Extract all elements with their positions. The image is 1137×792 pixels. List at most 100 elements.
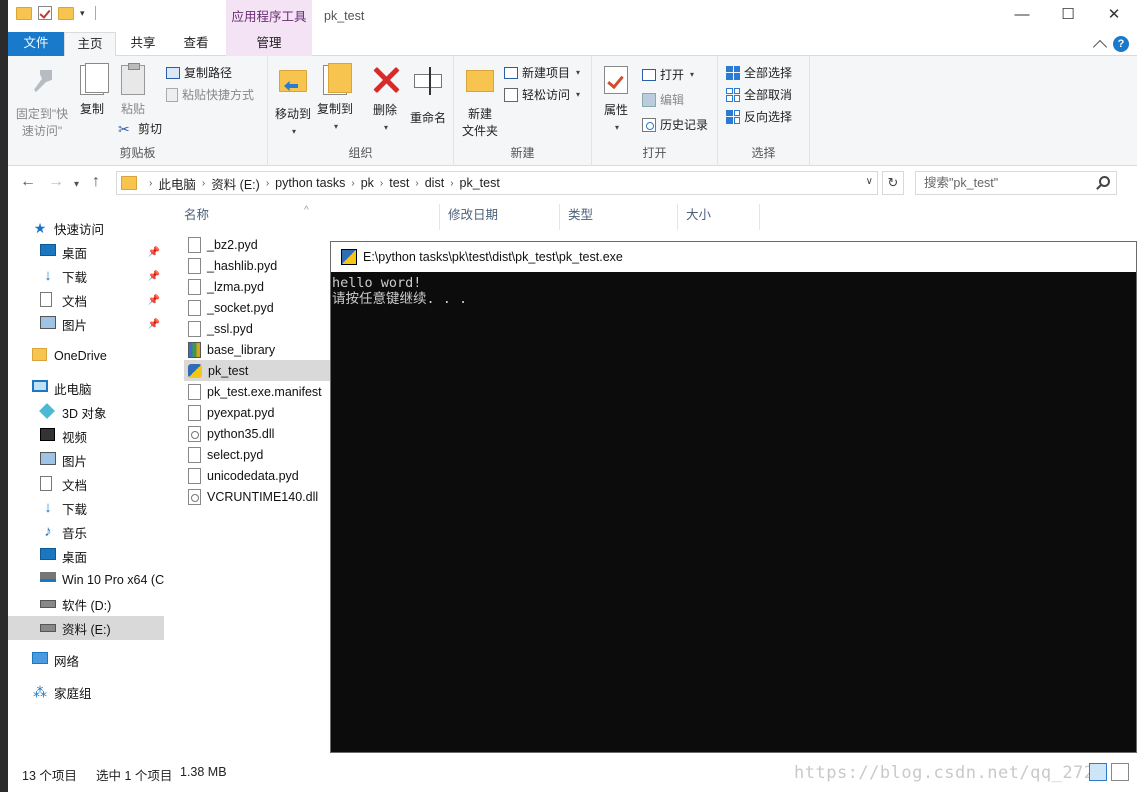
pin-icon[interactable]: 📌 [148, 319, 160, 330]
recent-locations-chevron-icon[interactable]: ▾ [74, 177, 79, 193]
console-output[interactable]: hello word! 请按任意键继续. . . [331, 272, 1136, 752]
delete-button[interactable]: 删除 ▾ [370, 64, 400, 136]
history-button[interactable]: 历史记录 [642, 116, 708, 133]
customize-toolbar-dropdown-icon[interactable]: ▾ [80, 8, 85, 19]
properties-check-icon[interactable] [38, 6, 52, 20]
nav-homegroup[interactable]: ⁂ 家庭组 [8, 680, 164, 704]
breadcrumb-chevron-icon[interactable]: › [351, 178, 354, 189]
address-bar[interactable]: › 此电脑 › 资料 (E:) › python tasks › pk › te… [116, 171, 878, 195]
select-all-button[interactable]: 全部选择 [726, 64, 792, 81]
nav-qa-documents[interactable]: 文档 📌 [8, 288, 164, 312]
file-row[interactable]: _hashlib.pyd [184, 255, 334, 276]
nav-network[interactable]: 网络 [8, 648, 164, 672]
copy-button[interactable]: 复制 [76, 63, 109, 118]
file-row[interactable]: _socket.pyd [184, 297, 334, 318]
collapse-ribbon-icon[interactable] [1092, 39, 1108, 54]
breadcrumb-item[interactable]: python tasks [275, 176, 345, 190]
details-view-icon[interactable] [1089, 763, 1107, 781]
nav-3d-objects[interactable]: 3D 对象 [8, 400, 164, 424]
easy-access-button[interactable]: 轻松访问 ▾ [504, 86, 580, 103]
breadcrumb-chevron-icon[interactable]: › [149, 178, 152, 189]
pin-icon[interactable]: 📌 [148, 247, 160, 258]
pin-icon[interactable]: 📌 [148, 271, 160, 282]
breadcrumb-chevron-icon[interactable]: › [380, 178, 383, 189]
refresh-icon[interactable]: ↻ [882, 171, 904, 195]
breadcrumb-item[interactable]: dist [425, 176, 444, 190]
move-to-button[interactable]: 移动到 ▾ [274, 64, 312, 140]
open-button[interactable]: 打开 ▾ [642, 66, 694, 83]
close-button[interactable]: ✕ [1091, 0, 1137, 32]
breadcrumb-item[interactable]: 此电脑 [158, 174, 196, 193]
file-row[interactable]: pyexpat.pyd [184, 402, 334, 423]
select-none-button[interactable]: 全部取消 [726, 86, 792, 103]
tab-share[interactable]: 共享 [118, 32, 168, 56]
nav-this-pc[interactable]: 此电脑 [8, 376, 164, 400]
nav-qa-pictures[interactable]: 图片 📌 [8, 312, 164, 336]
column-header-name[interactable]: 名称 ^ [176, 204, 440, 230]
pin-quick-access-button[interactable]: 固定到"快速访问" [12, 64, 72, 140]
maximize-button[interactable]: ☐ [1045, 0, 1091, 32]
copy-path-button[interactable]: 复制路径 [166, 64, 232, 81]
nav-downloads[interactable]: ↓ 下载 [8, 496, 164, 520]
console-title-bar[interactable]: E:\python tasks\pk\test\dist\pk_test\pk_… [331, 242, 1136, 272]
paste-button[interactable]: 粘贴 [114, 63, 152, 118]
tab-file[interactable]: 文件 [8, 32, 64, 56]
pin-icon[interactable]: 📌 [148, 295, 160, 306]
new-folder-icon[interactable] [58, 6, 74, 20]
tab-home[interactable]: 主页 [64, 32, 116, 57]
copy-to-button[interactable]: 复制到 ▾ [316, 63, 354, 135]
breadcrumb-item[interactable]: pk [361, 176, 374, 190]
nav-qa-desktop[interactable]: 桌面 📌 [8, 240, 164, 264]
file-row-selected[interactable]: pk_test [184, 360, 334, 381]
properties-button[interactable]: 属性 ▾ [600, 64, 632, 136]
tab-view[interactable]: 查看 [170, 32, 222, 56]
file-row[interactable]: select.pyd [184, 444, 334, 465]
new-item-button[interactable]: 新建项目 ▾ [504, 64, 580, 81]
forward-arrow-icon[interactable]: → [48, 174, 64, 190]
breadcrumb-chevron-icon[interactable]: › [450, 178, 453, 189]
nav-qa-downloads[interactable]: ↓ 下载 📌 [8, 264, 164, 288]
help-icon[interactable]: ? [1113, 36, 1129, 52]
folder-icon[interactable] [16, 6, 32, 20]
file-row[interactable]: _ssl.pyd [184, 318, 334, 339]
rename-button[interactable]: 重命名 [408, 64, 448, 127]
new-folder-button[interactable]: 新建 文件夹 [460, 64, 500, 140]
back-arrow-icon[interactable]: ← [20, 174, 36, 190]
breadcrumb-item[interactable]: pk_test [460, 176, 500, 190]
breadcrumb-chevron-icon[interactable]: › [202, 178, 205, 189]
file-row[interactable]: pk_test.exe.manifest [184, 381, 334, 402]
column-header-size[interactable]: 大小 [678, 204, 760, 230]
file-row[interactable]: unicodedata.pyd [184, 465, 334, 486]
invert-selection-button[interactable]: 反向选择 [726, 108, 792, 125]
nav-music[interactable]: ♪ 音乐 [8, 520, 164, 544]
console-window[interactable]: E:\python tasks\pk\test\dist\pk_test\pk_… [330, 241, 1137, 753]
search-input[interactable]: 搜索"pk_test" [915, 171, 1117, 195]
paste-shortcut-button[interactable]: 粘贴快捷方式 [166, 86, 254, 103]
breadcrumb-chevron-icon[interactable]: › [266, 178, 269, 189]
nav-drive-c[interactable]: Win 10 Pro x64 (C [8, 568, 164, 592]
nav-documents[interactable]: 文档 [8, 472, 164, 496]
tab-manage[interactable]: 管理 [226, 32, 312, 56]
file-row[interactable]: VCRUNTIME140.dll [184, 486, 334, 507]
nav-drive-e[interactable]: 资料 (E:) [8, 616, 164, 640]
up-arrow-icon[interactable]: ↑ [92, 174, 100, 190]
nav-onedrive[interactable]: OneDrive [8, 344, 164, 368]
edit-button[interactable]: 编辑 [642, 91, 684, 108]
nav-drive-d[interactable]: 软件 (D:) [8, 592, 164, 616]
nav-desktop[interactable]: 桌面 [8, 544, 164, 568]
breadcrumb-item[interactable]: test [389, 176, 409, 190]
column-header-type[interactable]: 类型 [560, 204, 678, 230]
breadcrumb-item[interactable]: 资料 (E:) [211, 174, 260, 193]
column-header-date[interactable]: 修改日期 [440, 204, 560, 230]
address-dropdown-icon[interactable]: ∨ [866, 176, 873, 187]
nav-quick-access[interactable]: ★ 快速访问 [8, 216, 164, 240]
file-row[interactable]: python35.dll [184, 423, 334, 444]
file-row[interactable]: base_library [184, 339, 334, 360]
cut-button[interactable]: ✂ 剪切 [118, 120, 162, 137]
file-row[interactable]: _lzma.pyd [184, 276, 334, 297]
nav-videos[interactable]: 视频 [8, 424, 164, 448]
file-row[interactable]: _bz2.pyd [184, 234, 334, 255]
nav-pictures[interactable]: 图片 [8, 448, 164, 472]
breadcrumb-chevron-icon[interactable]: › [415, 178, 418, 189]
search-icon[interactable] [1099, 176, 1110, 187]
